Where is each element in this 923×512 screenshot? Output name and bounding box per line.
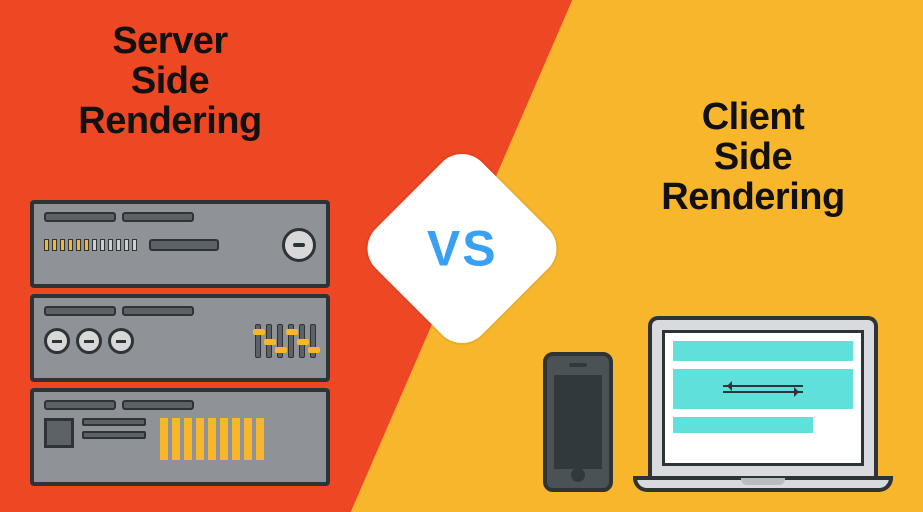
knob-icon xyxy=(76,328,102,354)
knob-icon xyxy=(108,328,134,354)
arrow-left-icon xyxy=(723,385,803,387)
server-unit xyxy=(30,200,330,288)
left-title-line: Side xyxy=(40,62,300,102)
server-unit xyxy=(30,388,330,486)
right-title-line: Client xyxy=(623,98,883,138)
left-title-line: Server xyxy=(40,22,300,62)
server-unit xyxy=(30,294,330,382)
knob-icon xyxy=(44,328,70,354)
server-rack-icon xyxy=(30,200,330,492)
left-title: Server Side Rendering xyxy=(40,22,300,142)
power-button-icon xyxy=(282,228,316,262)
right-title-line: Side xyxy=(623,138,883,178)
comparison-diagram: Server Side Rendering Client Side Render… xyxy=(0,0,923,512)
right-title: Client Side Rendering xyxy=(623,98,883,218)
smartphone-icon xyxy=(543,352,613,492)
right-title-line: Rendering xyxy=(623,178,883,218)
vs-badge: VS xyxy=(355,142,567,354)
left-title-line: Rendering xyxy=(40,102,300,142)
arrow-right-icon xyxy=(723,391,803,393)
vs-label: VS xyxy=(426,219,497,277)
laptop-icon xyxy=(633,316,893,492)
client-devices xyxy=(543,316,893,492)
